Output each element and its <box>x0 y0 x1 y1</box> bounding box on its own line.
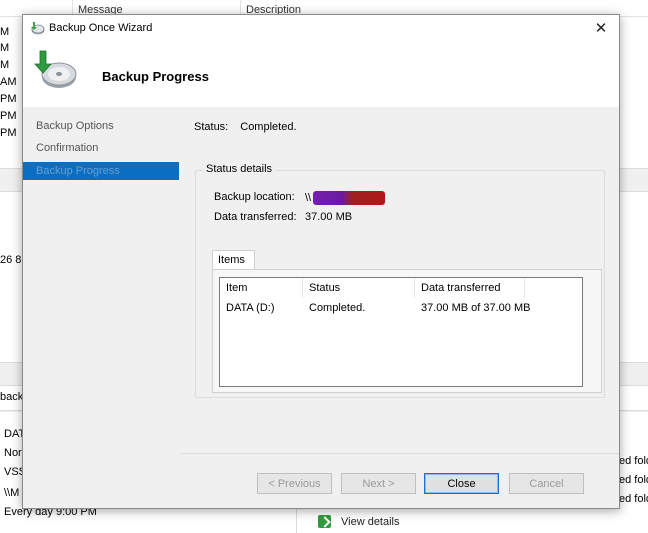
background-time-cell: PM <box>0 93 17 105</box>
cell-item: DATA (D:) <box>226 302 275 314</box>
data-transferred-label: Data transferred: <box>214 211 297 223</box>
status-details-group: Status details Backup location: \\ Data … <box>195 163 605 398</box>
column-header-item[interactable]: Item <box>220 278 303 298</box>
backup-location-prefix: \\ <box>305 191 312 204</box>
cell-status: Completed. <box>309 302 366 314</box>
wizard-content: Status: Completed. Status details Backup … <box>181 107 619 447</box>
backup-disk-icon <box>34 50 77 88</box>
status-line: Status: Completed. <box>194 121 297 133</box>
view-details-label: View details <box>341 515 400 528</box>
page-title: Backup Progress <box>102 69 209 84</box>
nav-item-backup-options[interactable]: Backup Options <box>23 117 179 135</box>
background-text: Nor <box>4 447 22 459</box>
background-text: 26 8: <box>0 254 25 266</box>
close-icon[interactable]: ✕ <box>589 19 613 39</box>
background-time-cell: M <box>0 59 10 71</box>
close-button[interactable]: Close <box>424 473 499 494</box>
cancel-button[interactable]: Cancel <box>509 473 584 494</box>
view-details-link[interactable]: View details <box>318 515 400 528</box>
background-divider <box>296 508 297 533</box>
table-row[interactable]: DATA (D:) Completed. 37.00 MB of 37.00 M… <box>220 298 582 318</box>
backup-location-value: \\ <box>305 191 386 205</box>
background-text: ed fold <box>619 455 648 467</box>
background-time-cell: PM <box>0 127 17 139</box>
data-transferred-value: 37.00 MB <box>305 211 353 223</box>
background-time-cell: PM <box>0 110 17 122</box>
status-value: Completed. <box>240 121 297 133</box>
wizard-nav: Backup Options Confirmation Backup Progr… <box>23 107 181 507</box>
backup-once-wizard-dialog: Backup Once Wizard ✕ Backup Progress Bac… <box>22 14 620 509</box>
items-list-header: Item Status Data transferred <box>220 278 582 298</box>
backup-location-label: Backup location: <box>214 191 295 203</box>
items-tab-panel: Item Status Data transferred DATA (D:) C… <box>212 269 602 393</box>
previous-button[interactable]: < Previous <box>257 473 332 494</box>
background-time-cell: AM <box>0 76 17 88</box>
background-time-cell: M <box>0 26 10 38</box>
background-text: \\M <box>4 487 20 499</box>
status-details-title: Status details <box>203 163 276 175</box>
next-button[interactable]: Next > <box>341 473 416 494</box>
wizard-header: Backup Progress <box>23 43 619 107</box>
background-text: ed fold <box>619 493 648 505</box>
redaction-mark <box>313 191 386 205</box>
background-time-cell: M <box>0 42 10 54</box>
column-header-status[interactable]: Status <box>303 278 415 298</box>
dialog-title: Backup Once Wizard <box>49 22 153 34</box>
cell-data-transferred: 37.00 MB of 37.00 MB <box>421 302 531 314</box>
background-text: ed fold <box>619 474 648 486</box>
title-bar[interactable]: Backup Once Wizard ✕ <box>23 15 619 43</box>
wizard-footer: < Previous Next > Close Cancel <box>181 453 619 508</box>
tab-items[interactable]: Items <box>212 250 255 269</box>
nav-item-backup-progress[interactable]: Backup Progress <box>23 162 179 180</box>
backup-app-icon <box>31 22 45 35</box>
nav-item-confirmation[interactable]: Confirmation <box>23 139 179 157</box>
column-header-data-transferred[interactable]: Data transferred <box>415 278 525 298</box>
status-label: Status: <box>194 121 229 133</box>
arrow-right-icon <box>318 515 331 528</box>
items-list[interactable]: Item Status Data transferred DATA (D:) C… <box>219 277 583 387</box>
